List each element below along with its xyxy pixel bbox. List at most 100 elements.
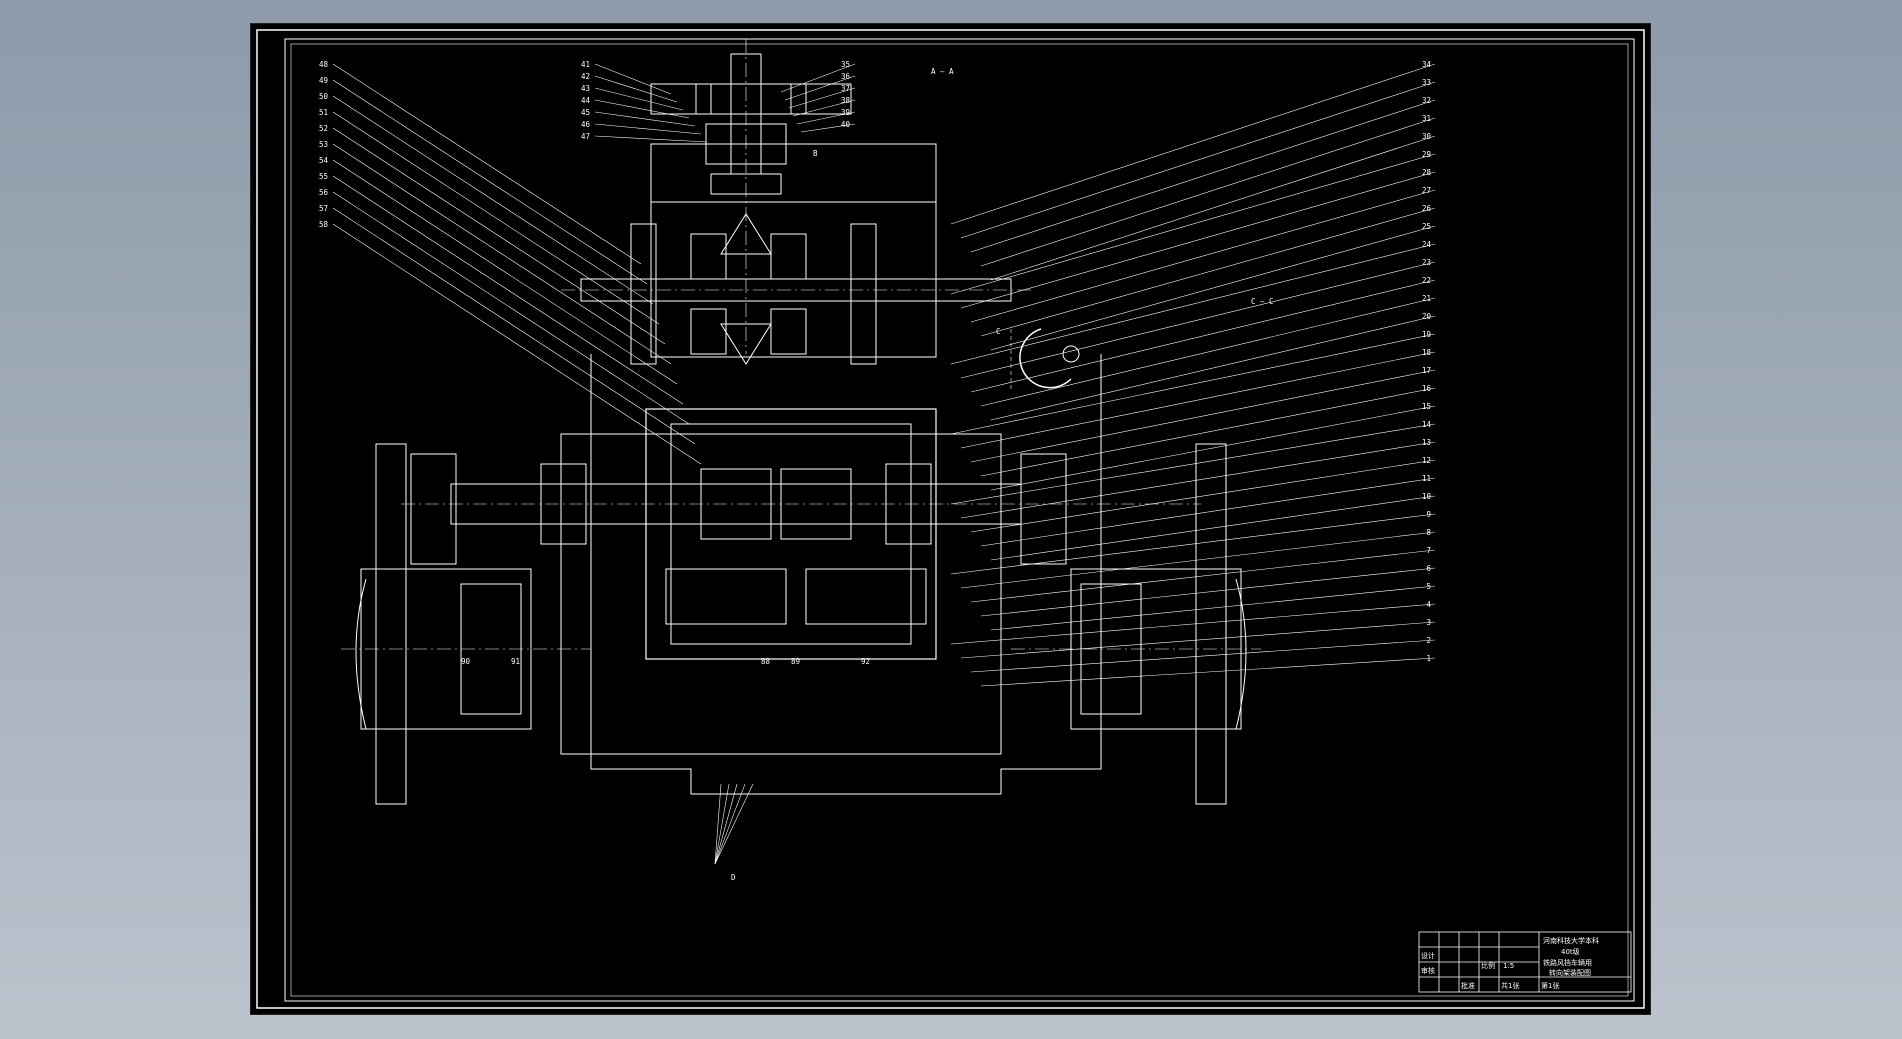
- leader-53: [332, 143, 672, 365]
- tb-project-1: 40t级: [1561, 947, 1580, 956]
- tb-approved-by: 批准: [1461, 981, 1475, 990]
- leader-41: [594, 63, 672, 95]
- callout-91: 91: [511, 657, 520, 666]
- callout-19: 19: [1422, 330, 1431, 339]
- assembly-drawing: 4849505152535455565758414243444546473536…: [256, 29, 1645, 1009]
- callout-17: 17: [1422, 366, 1431, 375]
- left-wheel-unit: [341, 443, 591, 805]
- leader-13: [960, 441, 1436, 519]
- cad-viewport: 48 49 50 51 52 53 54 55 56 57 58 41 42 43 44 45 46 47 35 36…: [0, 0, 1902, 1039]
- callout-25: 25: [1422, 222, 1431, 231]
- leader-3: [960, 621, 1436, 659]
- tb-project-3: 转向架装配图: [1549, 968, 1591, 977]
- leader-12: [970, 459, 1436, 533]
- callout-52: 52: [319, 124, 328, 133]
- section-marker-b: B: [813, 149, 818, 158]
- callout-10: 10: [1422, 492, 1432, 501]
- callout-23: 23: [1422, 258, 1431, 267]
- leader-8: [960, 531, 1436, 589]
- callout-20: 20: [1422, 312, 1432, 321]
- leader-57: [332, 207, 696, 445]
- tb-project-2: 铁路风挡车辆用: [1543, 958, 1592, 967]
- callout-13: 13: [1422, 438, 1431, 447]
- leader-44: [594, 99, 690, 119]
- callout-16: 16: [1422, 384, 1432, 393]
- tb-sheet-no: 第1张: [1541, 981, 1559, 990]
- callout-21: 21: [1422, 294, 1431, 303]
- callout-29: 29: [1422, 150, 1431, 159]
- leader-28: [960, 171, 1436, 309]
- section-marker-d: D: [731, 873, 736, 882]
- callout-27: 27: [1422, 186, 1431, 195]
- leader-11: [980, 477, 1436, 547]
- tb-sheet-total: 共1张: [1501, 981, 1519, 990]
- leader-10: [990, 495, 1436, 561]
- leader-47: [594, 135, 708, 143]
- callout-24: 24: [1422, 240, 1432, 249]
- callout-14: 14: [1422, 420, 1432, 429]
- callout-6: 6: [1426, 564, 1431, 573]
- callout-11: 11: [1422, 474, 1431, 483]
- leader-91: [714, 783, 730, 865]
- callout-45: 45: [581, 108, 590, 117]
- callout-44: 44: [581, 96, 591, 105]
- leader-43: [594, 87, 684, 111]
- callout-54: 54: [319, 156, 329, 165]
- leader-lines: [332, 63, 1436, 865]
- callout-48: 48: [319, 60, 329, 69]
- leader-21: [980, 297, 1436, 407]
- leader-19: [950, 333, 1436, 435]
- callout-28: 28: [1422, 168, 1432, 177]
- callout-55: 55: [319, 172, 328, 181]
- callout-49: 49: [319, 76, 328, 85]
- leader-31: [980, 117, 1436, 267]
- input-shaft: [650, 39, 852, 354]
- leader-18: [960, 351, 1436, 449]
- callout-51: 51: [319, 108, 328, 117]
- callout-58: 58: [319, 220, 329, 229]
- callout-43: 43: [581, 84, 590, 93]
- callout-47: 47: [581, 132, 590, 141]
- callout-88: 88: [761, 657, 771, 666]
- callout-30: 30: [1422, 132, 1432, 141]
- leader-46: [594, 123, 702, 135]
- callout-46: 46: [581, 120, 591, 129]
- callout-56: 56: [319, 188, 329, 197]
- leader-54: [332, 159, 678, 385]
- leader-48: [332, 63, 642, 265]
- right-wheel-unit: [1011, 443, 1261, 805]
- leader-34: [950, 63, 1436, 225]
- callout-2: 2: [1426, 636, 1431, 645]
- leader-9: [950, 513, 1436, 575]
- leader-33: [960, 81, 1436, 239]
- leader-56: [332, 191, 690, 425]
- callout-92: 92: [861, 657, 870, 666]
- callout-57: 57: [319, 204, 328, 213]
- title-block: [1418, 931, 1632, 993]
- callout-32: 32: [1422, 96, 1431, 105]
- leader-89: [714, 783, 746, 865]
- leader-29: [950, 153, 1436, 295]
- section-label-aa: A — A: [931, 67, 954, 76]
- callout-33: 33: [1422, 78, 1431, 87]
- callout-22: 22: [1422, 276, 1431, 285]
- main-axle: [401, 453, 1201, 565]
- callout-42: 42: [581, 72, 590, 81]
- callout-5: 5: [1426, 582, 1431, 591]
- callout-1: 1: [1426, 654, 1431, 663]
- leader-32: [970, 99, 1436, 253]
- callout-90: 90: [461, 657, 471, 666]
- callout-12: 12: [1422, 456, 1431, 465]
- upper-cross-shaft: [561, 213, 1031, 365]
- callout-40: 40: [841, 120, 851, 129]
- callout-41: 41: [581, 60, 590, 69]
- leader-23: [960, 261, 1436, 379]
- leader-1: [980, 657, 1436, 687]
- tb-university: 河南科技大学本科: [1543, 936, 1599, 945]
- callout-15: 15: [1422, 402, 1431, 411]
- leader-16: [980, 387, 1436, 477]
- leader-7: [970, 549, 1436, 603]
- callout-8: 8: [1426, 528, 1431, 537]
- leader-2: [970, 639, 1436, 673]
- leader-49: [332, 79, 648, 285]
